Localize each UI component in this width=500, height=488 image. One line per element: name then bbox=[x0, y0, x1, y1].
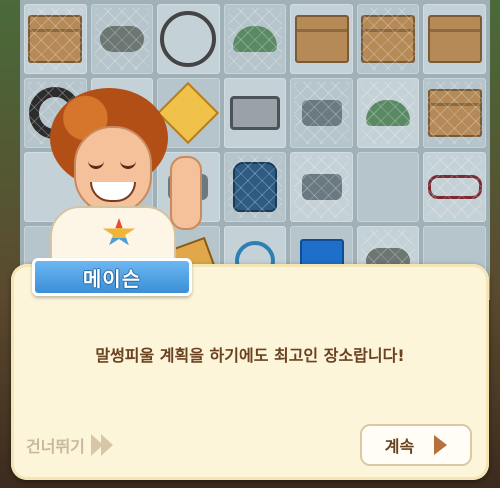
skip-label: 건너뛰기 bbox=[26, 437, 85, 456]
grid-cell[interactable] bbox=[423, 152, 486, 222]
play-triangle-icon bbox=[434, 435, 448, 455]
grid-cell[interactable] bbox=[223, 78, 287, 148]
cardboard-box-item bbox=[427, 15, 482, 63]
cobweb-overlay bbox=[28, 8, 83, 70]
skip-button[interactable]: 건너뛰기 bbox=[26, 432, 113, 458]
grid-cell[interactable] bbox=[356, 152, 420, 222]
dialog-message: 말썽피울 계획을 하기에도 최고인 장소랍니다! bbox=[95, 346, 405, 365]
bicycle-wheel-item bbox=[160, 11, 217, 67]
cobweb-overlay bbox=[294, 156, 349, 218]
grid-cell[interactable] bbox=[157, 4, 220, 74]
grid-cell[interactable] bbox=[223, 152, 287, 222]
grid-cell[interactable] bbox=[290, 4, 353, 74]
grid-cell[interactable] bbox=[423, 4, 486, 74]
continue-button[interactable]: 계속 bbox=[360, 424, 472, 466]
grid-cell[interactable] bbox=[356, 4, 420, 74]
grid-cell[interactable] bbox=[356, 78, 420, 148]
speaker-name: 메이슨 bbox=[82, 266, 142, 291]
grid-cell[interactable] bbox=[290, 152, 353, 222]
grid-cell[interactable] bbox=[90, 4, 154, 74]
cobweb-overlay bbox=[94, 8, 150, 70]
double-chevron-right-icon bbox=[90, 434, 113, 456]
thumbs-up-icon bbox=[170, 156, 202, 230]
cardboard-box-item bbox=[294, 15, 349, 63]
cobweb-overlay bbox=[360, 8, 416, 70]
cobweb-overlay bbox=[227, 8, 283, 70]
cobweb-overlay bbox=[360, 82, 416, 144]
cobweb-overlay bbox=[427, 156, 482, 218]
cobweb-overlay bbox=[427, 82, 482, 144]
cobweb-overlay bbox=[227, 156, 283, 218]
mason-character-portrait bbox=[32, 78, 202, 280]
speaker-name-tag: 메이슨 bbox=[32, 258, 192, 296]
bicycle-pedal-item bbox=[229, 96, 280, 130]
grid-cell[interactable] bbox=[24, 4, 87, 74]
continue-label: 계속 bbox=[384, 437, 415, 456]
cobweb-overlay bbox=[294, 82, 349, 144]
grid-cell[interactable] bbox=[423, 78, 486, 148]
grid-cell[interactable] bbox=[290, 78, 353, 148]
grid-cell[interactable] bbox=[223, 4, 287, 74]
